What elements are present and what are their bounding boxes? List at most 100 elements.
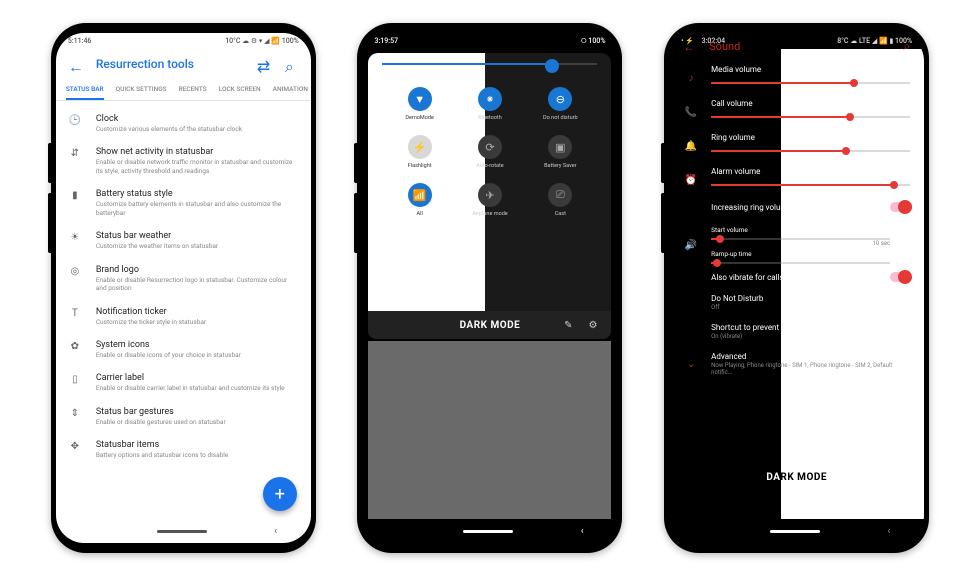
list-item[interactable]: ▯Carrier labelEnable or disable carrier … xyxy=(68,366,299,399)
advanced-row[interactable]: ⌄ Advanced Now Playing, Phone ringtone -… xyxy=(669,346,924,382)
tile-icon: ⊖ xyxy=(548,87,572,111)
item-subtitle: Enable or disable icons of your choice i… xyxy=(96,351,299,359)
list-item[interactable]: ⇵Show net activity in statusbarEnable or… xyxy=(68,140,299,182)
screen-resurrection-tools: 5:11:46 10°C ☁ ⚙ ▾ ◢ 📶 100% ← Resurrecti… xyxy=(56,33,311,543)
row-title: Do Not Disturb xyxy=(711,294,910,303)
vol-label: Alarm volume xyxy=(711,167,910,176)
item-subtitle: Enable or disable network traffic monito… xyxy=(96,158,299,175)
tile-label: Auto-rotate xyxy=(476,163,503,169)
tabs: STATUS BAR QUICK SETTINGS RECENTS LOCK S… xyxy=(56,79,311,101)
list-item[interactable]: 🕒 ClockCustomize various elements of the … xyxy=(68,107,299,140)
tile-label: Airplane mode xyxy=(472,211,508,217)
tile-label: Battery Saver xyxy=(544,163,576,169)
switch-on[interactable] xyxy=(890,202,910,212)
list-item[interactable]: ✿System iconsEnable or disable icons of … xyxy=(68,333,299,366)
qs-tile[interactable]: ▣Battery Saver xyxy=(525,135,595,169)
settings-list[interactable]: 🕒 ClockCustomize various elements of the … xyxy=(56,101,311,531)
qs-tile[interactable]: ▼ DemoMode xyxy=(384,87,454,121)
tab-lock-screen[interactable]: LOCK SCREEN xyxy=(219,79,261,100)
vol-slider[interactable] xyxy=(711,82,910,84)
tile-label: Cast xyxy=(555,211,566,217)
nav-back-icon[interactable]: ‹ xyxy=(274,526,277,537)
qs-tile[interactable]: ✈Airplane mode xyxy=(455,183,525,217)
qs-tile[interactable]: ⎚ Cast xyxy=(525,183,595,217)
vol-slider[interactable] xyxy=(711,116,910,118)
item-subtitle: Enable or disable Resurrection logo in s… xyxy=(96,276,299,293)
back-icon[interactable]: ← xyxy=(683,40,695,54)
vol-label: Call volume xyxy=(711,99,910,108)
search-icon[interactable]: ⌕ xyxy=(903,39,910,54)
qs-panel: ▼ DemoMode ⁕Bluetooth⊖Do not disturb ⚡Flash… xyxy=(368,53,611,323)
tab-status-bar[interactable]: STATUS BAR xyxy=(66,79,104,100)
tile-icon: ▼ xyxy=(408,87,432,111)
dnd-row[interactable]: Do Not Disturb Off xyxy=(669,288,924,317)
status-time: 5:11:46 xyxy=(68,37,92,45)
start-volume-slider[interactable] xyxy=(711,238,890,240)
navbar: ‹ xyxy=(362,519,617,543)
settings-icon[interactable]: ⚙ xyxy=(589,320,598,331)
item-title: Status bar weather xyxy=(96,231,299,241)
item-title: Clock xyxy=(96,114,299,124)
item-icon: T xyxy=(68,307,82,319)
shortcut-row[interactable]: Shortcut to prevent ringing On (vibrate) xyxy=(669,317,924,346)
switch-on[interactable] xyxy=(890,272,910,282)
dark-mode-label: DARK MODE xyxy=(766,472,827,483)
fab-add-button[interactable]: + xyxy=(263,477,297,511)
list-item[interactable]: TNotification tickerCustomize the ticker… xyxy=(68,300,299,333)
home-pill[interactable] xyxy=(463,530,513,533)
qs-tile[interactable]: ⟳Auto-rotate xyxy=(455,135,525,169)
status-bar: 3:19:57 ⭘ 100% xyxy=(362,33,617,49)
app-bar: ← Resurrection tools ⇄ ⌕ xyxy=(56,49,311,79)
vol-label: Media volume xyxy=(711,65,910,74)
home-pill[interactable] xyxy=(157,530,207,533)
tile-icon: ⁕ xyxy=(478,87,502,111)
volume-row: 📞Call volume xyxy=(669,94,924,128)
screen-sound-settings: • ⚡ 3:02:04 8°C ☁ LTE ◢ 📶 ▮ 100% ← Sound… xyxy=(669,33,924,543)
item-subtitle: Enable or disable carrier label in statu… xyxy=(96,384,299,392)
vol-icon: ⏰ xyxy=(683,167,699,186)
item-subtitle: Customize the weather items on statusbar xyxy=(96,242,299,250)
tile-label: DemoMode xyxy=(405,115,433,121)
item-subtitle: Customize the ticker style in statusbar xyxy=(96,318,299,326)
qs-tile[interactable]: 📶All xyxy=(384,183,454,217)
vol-icon: 🔔 xyxy=(683,133,699,152)
item-icon: 🕒 xyxy=(68,114,82,126)
item-title: Battery status style xyxy=(96,189,299,199)
tile-icon: ⎚ xyxy=(548,183,572,207)
phone-3: • ⚡ 3:02:04 8°C ☁ LTE ◢ 📶 ▮ 100% ← Sound… xyxy=(664,23,929,553)
nav-back-icon[interactable]: ‹ xyxy=(581,526,584,537)
item-icon: ⇕ xyxy=(68,407,82,419)
back-icon[interactable]: ← xyxy=(68,57,82,71)
list-item[interactable]: ☀Status bar weatherCustomize the weather… xyxy=(68,224,299,257)
search-icon[interactable]: ⌕ xyxy=(285,57,299,71)
brightness-slider[interactable] xyxy=(382,63,597,65)
vol-icon: ♪ xyxy=(683,65,699,84)
list-item[interactable]: ✥Statusbar itemsBattery options and stat… xyxy=(68,433,299,466)
volume-row: ♪ Media volume xyxy=(669,60,924,94)
qs-tile[interactable]: ⁕Bluetooth xyxy=(455,87,525,121)
row-title: Shortcut to prevent ringing xyxy=(711,323,910,332)
item-icon: ⇵ xyxy=(68,147,82,159)
row-title: Advanced xyxy=(711,352,910,361)
also-vibrate-row[interactable]: Also vibrate for calls xyxy=(669,266,924,288)
tab-recents[interactable]: RECENTS xyxy=(179,79,207,100)
vol-slider[interactable] xyxy=(711,184,910,186)
tab-animation[interactable]: ANIMATION xyxy=(273,79,308,100)
qs-tile[interactable]: ⚡Flashlight xyxy=(384,135,454,169)
item-subtitle: Customize various elements of the status… xyxy=(96,125,299,133)
qs-tile[interactable]: ⊖Do not disturb xyxy=(525,87,595,121)
ramp-label: Ramp-up time xyxy=(711,250,890,258)
vol-slider[interactable] xyxy=(711,150,910,152)
ramp-slider[interactable] xyxy=(711,262,890,264)
item-title: Status bar gestures xyxy=(96,407,299,417)
tab-quick-settings[interactable]: QUICK SETTINGS xyxy=(116,79,167,100)
list-item[interactable]: ◎Brand logoEnable or disable Resurrectio… xyxy=(68,258,299,300)
list-item[interactable]: ⇕Status bar gesturesEnable or disable ge… xyxy=(68,400,299,433)
edit-icon[interactable]: ✎ xyxy=(564,320,572,331)
swap-icon[interactable]: ⇄ xyxy=(257,57,271,71)
increasing-ring-row[interactable]: Increasing ring volume xyxy=(669,196,924,218)
screen-quick-settings: 3:19:57 ⭘ 100% ▼ DemoMode ⁕Bluetooth⊖Do no… xyxy=(362,33,617,543)
status-right: ⭘ 100% xyxy=(581,37,605,46)
list-item[interactable]: ▮Battery status styleCustomize battery e… xyxy=(68,182,299,224)
row-subtitle: Now Playing, Phone ringtone - SIM 1, Pho… xyxy=(711,362,910,376)
